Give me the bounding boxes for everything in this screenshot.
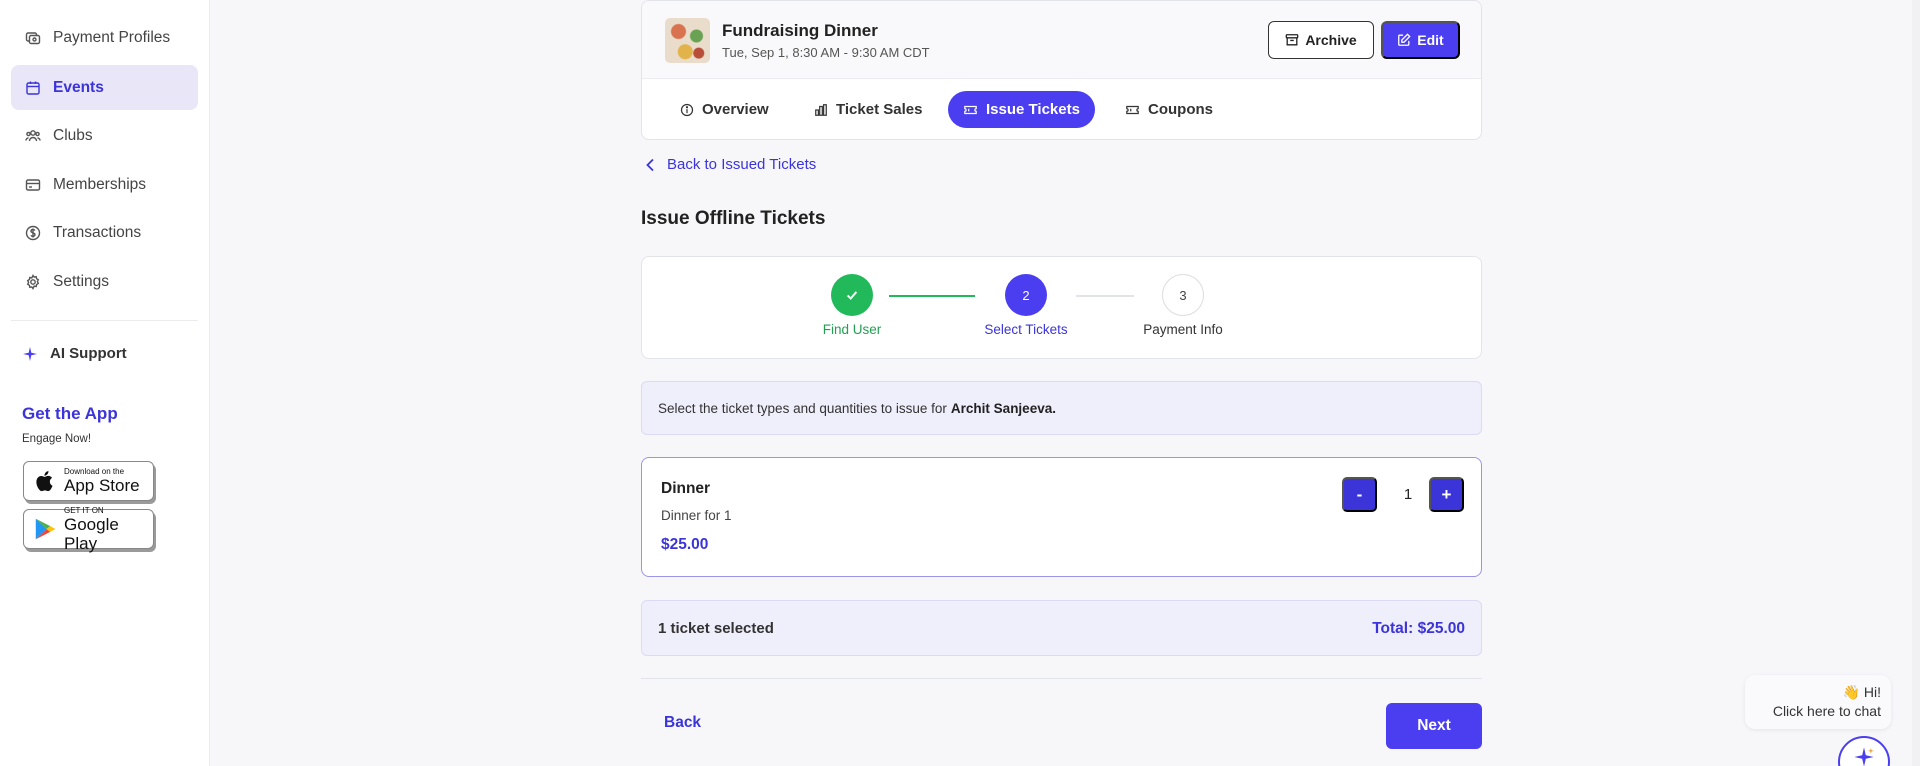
info-user-name: Archit Sanjeeva.: [950, 400, 1056, 416]
info-text: Select the ticket types and quantities t…: [658, 400, 947, 416]
sidebar-divider: [11, 320, 198, 321]
archive-button[interactable]: Archive: [1268, 21, 1374, 59]
step-1-label: Find User: [822, 322, 882, 337]
sidebar-item-label: Transactions: [53, 223, 142, 241]
google-play-small-text: GET IT ON: [64, 505, 104, 515]
next-button[interactable]: Next: [1386, 703, 1482, 749]
edit-button[interactable]: Edit: [1381, 21, 1460, 59]
google-play-icon: [32, 516, 58, 542]
tab-label: Overview: [702, 101, 769, 118]
step-1-circle: [831, 274, 873, 316]
step-3-circle: 3: [1162, 274, 1204, 316]
users-icon: [25, 128, 41, 144]
app-store-small-text: Download on the: [64, 467, 125, 476]
gear-icon: [25, 273, 41, 290]
tab-ticket-sales[interactable]: Ticket Sales: [799, 91, 937, 128]
calendar-icon: [25, 80, 41, 96]
chat-bubble[interactable]: 👋 Hi! Click here to chat: [1745, 675, 1891, 729]
archive-label: Archive: [1305, 32, 1357, 48]
coupon-icon: [1125, 103, 1140, 117]
ai-support-link[interactable]: AI Support: [22, 345, 127, 362]
card-icon: [25, 177, 41, 193]
footer-divider: [641, 678, 1482, 679]
quantity-increase-button[interactable]: +: [1429, 477, 1464, 512]
google-play-badge[interactable]: GET IT ON Google Play: [23, 505, 154, 553]
event-title: Fundraising Dinner: [722, 21, 878, 40]
archive-icon: [1285, 33, 1299, 47]
get-app-title: Get the App: [22, 404, 118, 423]
sidebar-item-memberships[interactable]: Memberships: [11, 162, 198, 207]
tab-issue-tickets[interactable]: Issue Tickets: [948, 91, 1095, 128]
google-play-big-text: Google Play: [64, 514, 119, 553]
bar-chart-icon: [814, 103, 828, 117]
chevron-left-icon: [645, 158, 655, 172]
page-scrollbar[interactable]: [1912, 0, 1920, 766]
info-message: Select the ticket types and quantities t…: [641, 381, 1482, 435]
step-connector-2: [1076, 295, 1134, 297]
payment-profiles-icon: [25, 30, 41, 46]
step-2-label: Select Tickets: [984, 322, 1068, 337]
sidebar-item-events[interactable]: Events: [11, 65, 198, 110]
chat-launcher-button[interactable]: [1838, 736, 1890, 766]
back-button[interactable]: Back: [664, 714, 701, 732]
step-3-label: Payment Info: [1143, 322, 1223, 337]
event-date: Tue, Sep 1, 8:30 AM - 9:30 AM CDT: [722, 45, 930, 60]
tab-label: Issue Tickets: [986, 101, 1080, 118]
info-icon: [680, 103, 694, 117]
sidebar-item-clubs[interactable]: Clubs: [11, 113, 198, 158]
ticket-type-card: Dinner Dinner for 1 $25.00 - 1 +: [641, 457, 1482, 577]
step-2-circle: 2: [1005, 274, 1047, 316]
event-header-top: Fundraising Dinner Tue, Sep 1, 8:30 AM -…: [642, 1, 1481, 79]
edit-label: Edit: [1417, 32, 1444, 48]
tab-label: Coupons: [1148, 101, 1213, 118]
ticket-name: Dinner: [661, 480, 711, 497]
selection-summary: 1 ticket selected Total: $25.00: [641, 600, 1482, 656]
tab-label: Ticket Sales: [836, 101, 923, 118]
check-icon: [845, 288, 859, 302]
step-connector-1: [889, 295, 975, 297]
sidebar-item-label: Payment Profiles: [53, 28, 171, 46]
sidebar-item-transactions[interactable]: Transactions: [11, 210, 198, 255]
sidebar-item-label: Settings: [53, 272, 110, 290]
ticket-price: $25.00: [661, 536, 709, 553]
back-to-issued-tickets-link[interactable]: Back to Issued Tickets: [645, 156, 816, 173]
event-header-card: Fundraising Dinner Tue, Sep 1, 8:30 AM -…: [641, 0, 1482, 140]
ticket-icon: [963, 103, 978, 117]
stepper: Find User 2 Select Tickets 3 Payment Inf…: [641, 256, 1482, 359]
quantity-value: 1: [1403, 486, 1413, 503]
sidebar: Payment Profiles Events Clubs Membership…: [0, 0, 210, 766]
quantity-decrease-button[interactable]: -: [1342, 477, 1377, 512]
dollar-icon: [25, 225, 41, 241]
sidebar-item-label: Events: [53, 78, 104, 96]
tab-overview[interactable]: Overview: [665, 91, 784, 128]
tickets-selected-count: 1 ticket selected: [658, 620, 774, 637]
ticket-description: Dinner for 1: [661, 508, 732, 523]
tab-coupons[interactable]: Coupons: [1110, 91, 1228, 128]
app-store-badge[interactable]: Download on the App Store: [23, 461, 154, 501]
page-title: Issue Offline Tickets: [641, 208, 826, 229]
ai-support-label: AI Support: [50, 345, 127, 362]
sidebar-item-settings[interactable]: Settings: [11, 259, 198, 304]
apple-icon: [32, 468, 58, 494]
back-link-label: Back to Issued Tickets: [667, 156, 817, 173]
engage-text: Engage Now!: [22, 433, 92, 445]
total-amount: Total: $25.00: [1372, 620, 1465, 637]
edit-icon: [1397, 33, 1411, 47]
chat-prompt: Click here to chat: [1772, 703, 1881, 719]
sidebar-item-payment-profiles[interactable]: Payment Profiles: [11, 15, 198, 60]
sparkle-icon: [22, 346, 38, 362]
sidebar-item-label: Memberships: [53, 175, 147, 193]
app-store-big-text: App Store: [64, 476, 140, 495]
event-thumbnail: [665, 18, 710, 63]
sparkle-icon: [1853, 746, 1875, 766]
sidebar-item-label: Clubs: [53, 126, 93, 144]
chat-greeting: 👋 Hi!: [1842, 684, 1881, 700]
